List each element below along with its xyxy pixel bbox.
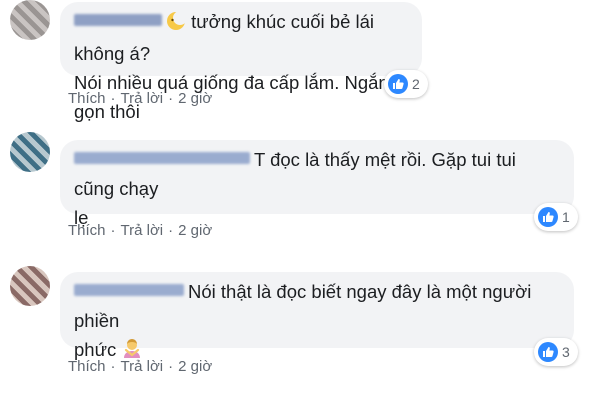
reply-button[interactable]: Trả lời (121, 358, 164, 375)
commenter-name[interactable] (74, 284, 184, 296)
like-icon (538, 207, 558, 227)
comment-actions: Thích · Trả lời · 2 giờ (68, 358, 212, 375)
separator: · (110, 358, 116, 375)
timestamp[interactable]: 2 giờ (178, 222, 212, 239)
reaction-count: 3 (562, 344, 570, 360)
comment-bubble: tưởng khúc cuối bẻ lái không á? Nói nhiề… (60, 2, 422, 122)
comment-text-line: phức (74, 339, 117, 360)
reaction-badge[interactable]: 3 (534, 338, 578, 366)
commenter-name[interactable] (74, 152, 250, 164)
like-icon (388, 74, 408, 94)
like-icon (538, 342, 558, 362)
comment-bubble: Nói thật là đọc biết ngay đây là một ngư… (60, 272, 574, 360)
reaction-badge[interactable]: 2 (384, 70, 428, 98)
reply-button[interactable]: Trả lời (121, 222, 164, 239)
reaction-count: 1 (562, 209, 570, 225)
like-button[interactable]: Thích (68, 90, 106, 107)
commenter-name[interactable] (74, 14, 162, 26)
like-button[interactable]: Thích (68, 358, 106, 375)
like-button[interactable]: Thích (68, 222, 106, 239)
timestamp[interactable]: 2 giờ (178, 90, 212, 107)
separator: · (168, 358, 174, 375)
avatar[interactable] (10, 132, 50, 172)
comment-bubble: T đọc là thấy mệt rồi. Gặp tui tui cũng … (60, 140, 574, 228)
reaction-count: 2 (412, 76, 420, 92)
comment-actions: Thích · Trả lời · 2 giờ (68, 222, 212, 239)
separator: · (168, 222, 174, 239)
separator: · (110, 90, 116, 107)
avatar[interactable] (10, 266, 50, 306)
separator: · (168, 90, 174, 107)
moon-emoji-icon (166, 10, 187, 39)
avatar[interactable] (10, 0, 50, 40)
comment-actions: Thích · Trả lời · 2 giờ (68, 90, 212, 107)
reply-button[interactable]: Trả lời (121, 90, 164, 107)
reaction-badge[interactable]: 1 (534, 203, 578, 231)
timestamp[interactable]: 2 giờ (178, 358, 212, 375)
separator: · (110, 222, 116, 239)
